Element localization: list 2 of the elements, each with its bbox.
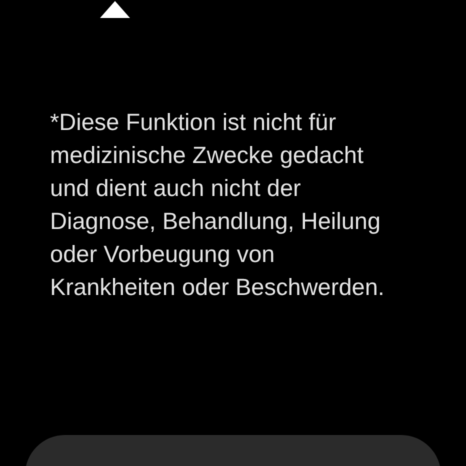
disclaimer-text: *Diese Funktion ist nicht für medizinische Zwecke gedacht und dient auch nicht der Diagnose, Behandlung, Heilung oder Vorbeugung von Krankheiten oder Beschwerden. bbox=[50, 108, 386, 302]
up-arrow-icon bbox=[100, 1, 130, 18]
